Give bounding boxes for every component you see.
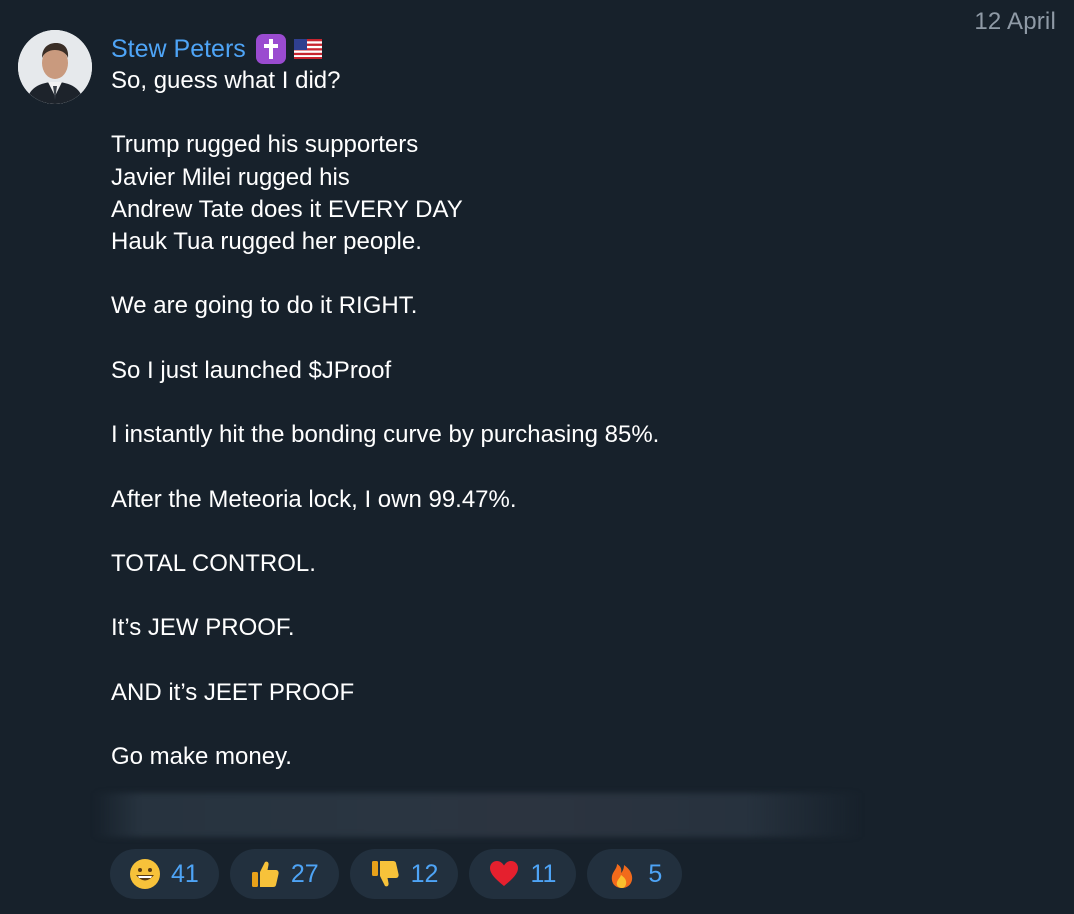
message-line: I instantly hit the bonding curve by pur… bbox=[111, 421, 660, 449]
reaction-heart[interactable]: 11 bbox=[469, 849, 577, 899]
message-text: So, guess what I did? Trump rugged his s… bbox=[111, 65, 1011, 773]
message-line bbox=[111, 451, 1011, 483]
chat-view: 12 April Stew Peters So, guess what I di… bbox=[0, 0, 1074, 914]
message-line: So, guess what I did? bbox=[111, 67, 341, 94]
thumbs-down-icon bbox=[368, 857, 402, 891]
message-line bbox=[111, 387, 1011, 419]
message-line bbox=[111, 258, 1011, 290]
message-line: Go make money. bbox=[111, 743, 292, 771]
sender-row[interactable]: Stew Peters bbox=[111, 30, 1011, 68]
reaction-count: 27 bbox=[290, 859, 319, 888]
reaction-thumbs-up[interactable]: 27 bbox=[229, 849, 339, 899]
message-line: Javier Milei rugged his bbox=[111, 163, 350, 191]
reaction-count: 41 bbox=[171, 859, 199, 888]
blurred-content bbox=[94, 793, 862, 837]
message-line bbox=[111, 580, 1011, 612]
reaction-count: 12 bbox=[410, 859, 439, 888]
reaction-fire[interactable]: 5 bbox=[587, 849, 683, 899]
message-line bbox=[111, 709, 1011, 741]
message-line: Hauk Tua rugged her people. bbox=[111, 228, 422, 255]
grinning-face-icon bbox=[128, 857, 162, 891]
message-line: Andrew Tate does it EVERY DAY bbox=[111, 195, 463, 223]
avatar[interactable] bbox=[18, 30, 92, 104]
reactions-bar: 41 27 12 11 5 bbox=[110, 849, 683, 899]
reaction-count: 5 bbox=[648, 859, 663, 888]
us-flag-icon bbox=[293, 39, 322, 59]
message-line: After the Meteoria lock, I own 99.47%. bbox=[111, 485, 517, 513]
message-line: Trump rugged his supporters bbox=[111, 131, 419, 159]
cross-icon bbox=[255, 34, 286, 64]
fire-icon bbox=[605, 857, 639, 891]
red-heart-icon bbox=[487, 857, 521, 891]
message-line: AND it’s JEET PROOF bbox=[111, 678, 355, 706]
reaction-grinning[interactable]: 41 bbox=[110, 849, 219, 899]
sender-name[interactable]: Stew Peters bbox=[111, 35, 246, 64]
message-bubble: Stew Peters So, guess what I did? Trump … bbox=[111, 30, 1011, 773]
message-line: TOTAL CONTROL. bbox=[111, 549, 316, 577]
message-line bbox=[111, 516, 1011, 548]
reaction-count: 11 bbox=[530, 859, 557, 888]
thumbs-up-icon bbox=[248, 857, 282, 891]
message-line bbox=[111, 323, 1011, 355]
message-line: So I just launched $JProof bbox=[111, 356, 392, 384]
message-line: We are going to do it RIGHT. bbox=[111, 292, 418, 320]
message-line: It’s JEW PROOF. bbox=[111, 614, 295, 642]
message-line bbox=[111, 97, 1011, 129]
message-line bbox=[111, 645, 1011, 677]
reaction-thumbs-down[interactable]: 12 bbox=[349, 849, 459, 899]
